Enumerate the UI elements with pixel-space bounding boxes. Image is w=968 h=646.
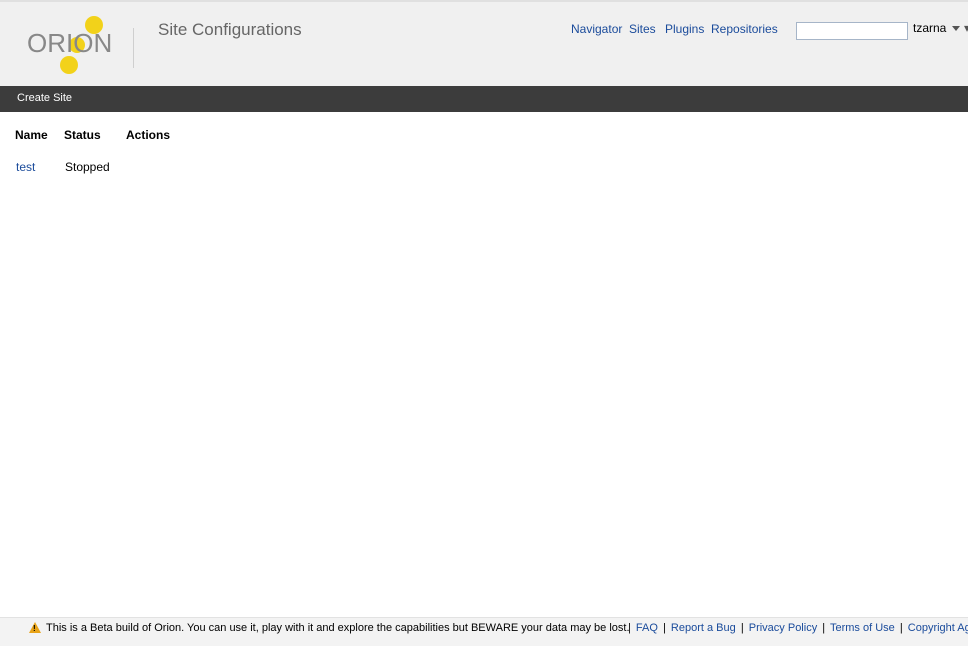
- footer-link-faq[interactable]: FAQ: [636, 622, 658, 634]
- orion-logo[interactable]: ORION: [26, 16, 116, 76]
- footer-link-privacy[interactable]: Privacy Policy: [749, 622, 817, 634]
- footer-separator: |: [628, 622, 631, 634]
- footer-link-terms[interactable]: Terms of Use: [830, 622, 895, 634]
- nav-link-repositories[interactable]: Repositories: [711, 22, 778, 36]
- header-divider: [133, 28, 134, 68]
- overflow-menu-icon[interactable]: ▾: [964, 21, 968, 35]
- beta-warning-message: This is a Beta build of Orion. You can u…: [46, 622, 630, 634]
- create-site-button[interactable]: Create Site: [17, 92, 72, 104]
- logo-text: ORION: [27, 28, 113, 58]
- page-title: Site Configurations: [158, 20, 302, 39]
- user-name: tzarna: [913, 21, 947, 35]
- site-status: Stopped: [65, 160, 110, 174]
- footer-link-copyright-agent[interactable]: Copyright Agent: [908, 622, 968, 634]
- column-header-name: Name: [15, 128, 48, 142]
- footer-separator: |: [822, 622, 826, 634]
- nav-link-navigator[interactable]: Navigator: [571, 22, 622, 36]
- footer-separator: |: [899, 622, 903, 634]
- footer-separator: |: [663, 622, 666, 634]
- footer-link-report-bug[interactable]: Report a Bug: [671, 622, 736, 634]
- chevron-down-icon: [952, 26, 961, 32]
- footer-separator: |: [740, 622, 744, 634]
- warning-mark: !: [33, 624, 36, 633]
- footer-bar: ! This is a Beta build of Orion. You can…: [0, 617, 968, 646]
- user-menu[interactable]: tzarna: [913, 21, 961, 35]
- nav-link-plugins[interactable]: Plugins: [665, 22, 704, 36]
- column-header-status: Status: [64, 128, 101, 142]
- nav-link-sites[interactable]: Sites: [629, 22, 656, 36]
- footer-links: | FAQ | Report a Bug | Privacy Policy | …: [626, 622, 968, 634]
- header-bar: ORION Site Configurations Navigator Site…: [0, 0, 968, 86]
- site-name-link[interactable]: test: [16, 160, 35, 174]
- column-header-actions: Actions: [126, 128, 171, 142]
- action-toolbar: Create Site: [0, 86, 968, 112]
- search-input[interactable]: [796, 22, 908, 40]
